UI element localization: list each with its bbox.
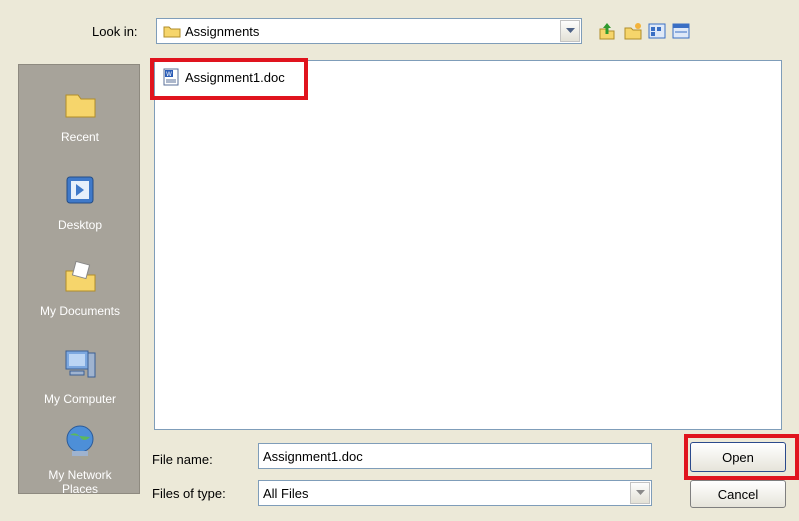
place-my-network-label-line2: Places (61, 482, 99, 496)
look-in-dropdown[interactable]: Assignments (156, 18, 582, 44)
file-type-value: All Files (263, 485, 309, 501)
place-desktop[interactable]: Desktop (19, 171, 141, 232)
chevron-down-icon[interactable] (630, 482, 650, 504)
place-my-network-places[interactable]: My Network Places (19, 421, 141, 496)
desktop-icon (66, 176, 94, 204)
recent-folder-icon (65, 94, 96, 118)
file-list[interactable]: W Assignment1.doc (154, 60, 782, 430)
place-desktop-label: Desktop (57, 218, 103, 232)
my-computer-icon (65, 350, 96, 378)
file-name-input-value: Assignment1.doc (263, 448, 363, 464)
place-my-computer-label: My Computer (43, 392, 117, 406)
file-name-field-label: File name: (152, 452, 213, 467)
file-type-field-label: Files of type: (152, 486, 226, 501)
new-folder-icon[interactable] (622, 20, 644, 42)
file-highlight-box (150, 58, 308, 100)
place-my-network-label-line1: My Network (48, 468, 112, 482)
place-recent-label: Recent (60, 130, 100, 144)
network-places-icon (66, 425, 94, 456)
places-bar: Recent Desktop My Documents My Computer (18, 64, 141, 496)
open-highlight-box (684, 434, 799, 480)
cancel-button[interactable]: Cancel (690, 480, 786, 508)
chevron-down-icon[interactable] (560, 20, 580, 42)
place-recent[interactable]: Recent (19, 83, 141, 144)
folder-icon (163, 26, 181, 38)
place-my-documents[interactable]: My Documents (19, 257, 141, 318)
cancel-button-label: Cancel (717, 486, 759, 502)
look-in-label: Look in: (92, 24, 138, 39)
place-my-computer[interactable]: My Computer (19, 345, 141, 406)
place-my-documents-label: My Documents (39, 304, 121, 318)
details-view-icon[interactable] (670, 20, 692, 42)
file-type-dropdown[interactable]: All Files (258, 480, 652, 506)
my-documents-icon (65, 260, 96, 292)
file-name-input[interactable]: Assignment1.doc (258, 443, 652, 469)
look-in-value: Assignments (185, 23, 260, 39)
up-one-level-icon[interactable] (596, 20, 618, 42)
view-menu-icon[interactable] (646, 20, 668, 42)
